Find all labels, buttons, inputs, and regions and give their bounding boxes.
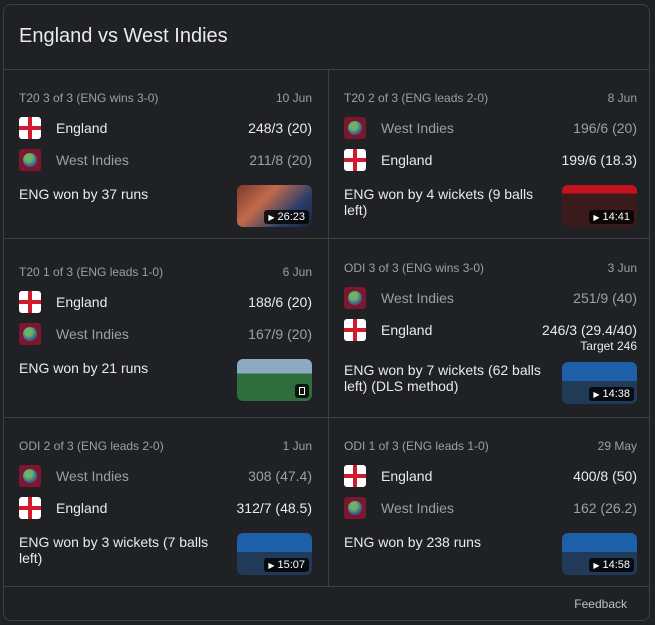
team-row: West Indies 211/8 (20) — [19, 148, 312, 172]
team-row: England 248/3 (20) — [19, 116, 312, 140]
match-cell[interactable]: T20 1 of 3 (ENG leads 1-0) 6 Jun England … — [4, 265, 327, 415]
match-cell[interactable]: T20 3 of 3 (ENG wins 3-0) 10 Jun England … — [4, 91, 327, 236]
target-label: Target 246 — [580, 339, 637, 353]
team-score: 167/9 (20) — [248, 326, 312, 342]
team-name: West Indies — [56, 468, 129, 484]
team-name: England — [56, 120, 108, 136]
divider — [4, 69, 649, 70]
match-date: 10 Jun — [275, 91, 312, 105]
team-score: 246/3 (29.4/40) — [542, 322, 637, 338]
team-score: 162 (26.2) — [573, 500, 637, 516]
card-title: England vs West Indies — [19, 25, 228, 47]
team-score: 251/9 (40) — [573, 290, 637, 306]
video-duration: ▶ 14:58 — [589, 558, 634, 572]
video-duration: ▶ 26:23 — [264, 210, 309, 224]
team-score: 312/7 (48.5) — [236, 500, 313, 516]
match-cell[interactable]: ODI 2 of 3 (ENG leads 2-0) 1 Jun West Ind… — [4, 439, 327, 584]
play-icon: ▶ — [593, 389, 600, 399]
series-label: T20 1 of 3 (ENG leads 1-0) — [19, 265, 164, 279]
team-score: 248/3 (20) — [248, 120, 312, 136]
west-indies-flag-icon — [344, 497, 366, 519]
team-row: England 400/8 (50) — [344, 464, 637, 488]
divider — [4, 586, 649, 587]
team-name: England — [56, 294, 108, 310]
team-name: West Indies — [56, 152, 129, 168]
match-date: 6 Jun — [282, 265, 312, 279]
team-row: England 312/7 (48.5) — [19, 496, 312, 520]
match-cell[interactable]: T20 2 of 3 (ENG leads 2-0) 8 Jun West Ind… — [329, 91, 649, 236]
video-thumbnail[interactable]: ▶ 14:58 — [562, 533, 637, 575]
gallery-icon — [295, 384, 309, 398]
video-thumbnail[interactable]: ▶ 26:23 — [237, 185, 312, 227]
team-row: West Indies 196/6 (20) — [344, 116, 637, 140]
team-name: West Indies — [381, 120, 454, 136]
video-thumbnail[interactable]: ▶ 15:07 — [237, 533, 312, 575]
match-result: ENG won by 37 runs — [19, 186, 149, 202]
image-thumbnail[interactable] — [237, 359, 312, 401]
series-label: ODI 3 of 3 (ENG wins 3-0) — [344, 261, 485, 275]
team-score: 400/8 (50) — [573, 468, 637, 484]
team-name: England — [381, 468, 433, 484]
play-icon: ▶ — [268, 560, 275, 570]
west-indies-flag-icon — [344, 287, 366, 309]
series-label: ODI 2 of 3 (ENG leads 2-0) — [19, 439, 164, 453]
match-result: ENG won by 3 wickets (7 balls left) — [19, 534, 209, 566]
team-row: West Indies 251/9 (40) — [344, 286, 637, 310]
team-name: England — [381, 322, 433, 338]
west-indies-flag-icon — [19, 149, 41, 171]
video-duration: ▶ 14:38 — [589, 387, 634, 401]
match-cell[interactable]: ODI 1 of 3 (ENG leads 1-0) 29 May England… — [329, 439, 649, 584]
england-flag-icon — [344, 319, 366, 341]
video-thumbnail[interactable]: ▶ 14:38 — [562, 362, 637, 404]
team-score: 211/8 (20) — [249, 152, 312, 168]
series-label: T20 2 of 3 (ENG leads 2-0) — [344, 91, 489, 105]
team-row: West Indies 308 (47.4) — [19, 464, 312, 488]
match-date: 3 Jun — [607, 261, 637, 275]
team-name: West Indies — [381, 500, 454, 516]
team-row: England 188/6 (20) — [19, 290, 312, 314]
match-results-card: England vs West Indies T20 3 of 3 (ENG w… — [3, 4, 650, 621]
team-row: West Indies 162 (26.2) — [344, 496, 637, 520]
west-indies-flag-icon — [19, 465, 41, 487]
match-cell[interactable]: ODI 3 of 3 (ENG wins 3-0) 3 Jun West Indi… — [329, 261, 649, 415]
team-score: 308 (47.4) — [248, 468, 312, 484]
england-flag-icon — [344, 149, 366, 171]
team-row: West Indies 167/9 (20) — [19, 322, 312, 346]
england-flag-icon — [344, 465, 366, 487]
match-date: 1 Jun — [282, 439, 312, 453]
feedback-link[interactable]: Feedback — [574, 597, 627, 611]
west-indies-flag-icon — [19, 323, 41, 345]
divider — [4, 417, 649, 418]
team-score: 196/6 (20) — [573, 120, 637, 136]
video-thumbnail[interactable]: ▶ 14:41 — [562, 185, 637, 227]
match-result: ENG won by 21 runs — [19, 360, 149, 376]
series-label: ODI 1 of 3 (ENG leads 1-0) — [344, 439, 489, 453]
team-score: 188/6 (20) — [248, 294, 312, 310]
match-result: ENG won by 238 runs — [344, 534, 481, 550]
england-flag-icon — [19, 497, 41, 519]
match-result: ENG won by 7 wickets (62 balls left) (DL… — [344, 362, 541, 394]
team-name: England — [56, 500, 108, 516]
play-icon: ▶ — [593, 560, 600, 570]
match-date: 8 Jun — [607, 91, 637, 105]
play-icon: ▶ — [593, 212, 600, 222]
england-flag-icon — [19, 291, 41, 313]
team-name: West Indies — [56, 326, 129, 342]
team-score: 199/6 (18.3) — [561, 152, 638, 168]
video-duration: ▶ 15:07 — [264, 558, 309, 572]
match-date: 29 May — [597, 439, 637, 453]
england-flag-icon — [19, 117, 41, 139]
team-name: West Indies — [381, 290, 454, 306]
match-result: ENG won by 4 wickets (9 balls left) — [344, 186, 534, 218]
divider — [4, 238, 649, 239]
series-label: T20 3 of 3 (ENG wins 3-0) — [19, 91, 159, 105]
team-row: England 199/6 (18.3) — [344, 148, 637, 172]
play-icon: ▶ — [268, 212, 275, 222]
video-duration: ▶ 14:41 — [589, 210, 634, 224]
team-name: England — [381, 152, 433, 168]
west-indies-flag-icon — [344, 117, 366, 139]
